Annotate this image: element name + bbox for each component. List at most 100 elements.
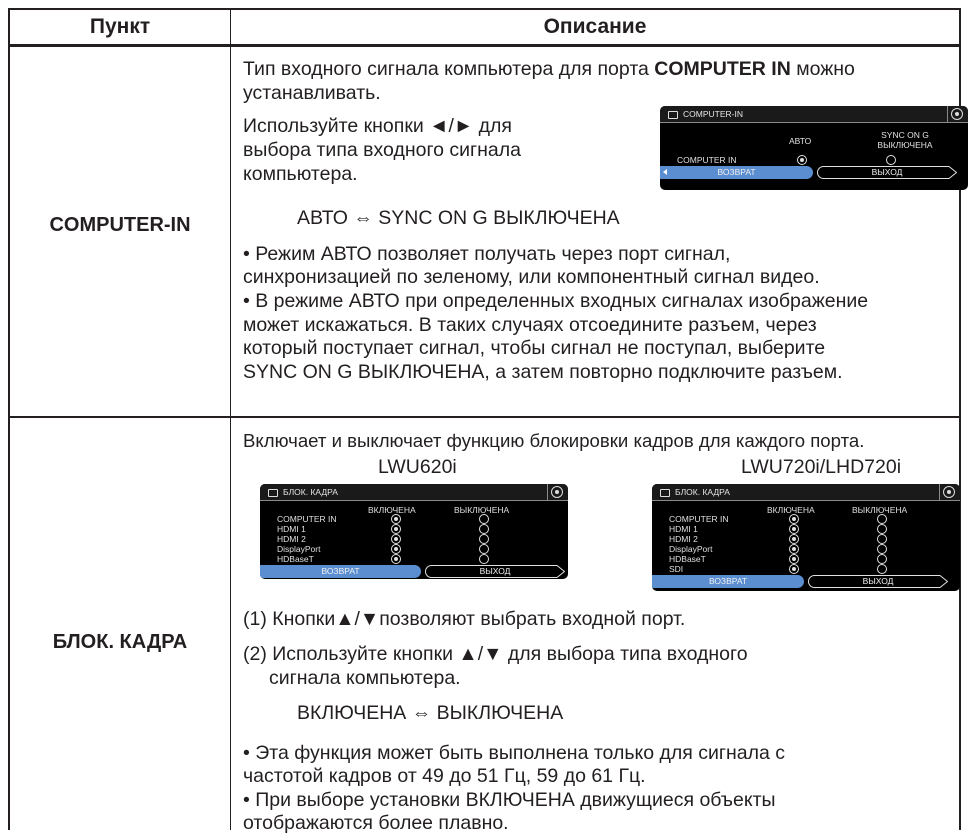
radio-off[interactable]	[877, 524, 887, 534]
radio-on[interactable]	[391, 514, 401, 524]
row1-note-1: • Режим АВТО позволяет получать через по…	[243, 243, 731, 265]
osd-title: БЛОК. КАДРА	[283, 487, 338, 497]
row1-use-line1: Используйте кнопки ◄/► для	[243, 115, 512, 137]
row1-use-line2: выбора типа входного сигнала	[243, 139, 521, 161]
row2-step-2a: (2) Используйте кнопки ▲/▼ для выбора ти…	[243, 643, 748, 665]
item-computer-in: COMPUTER-IN	[49, 214, 191, 236]
osd-frame-lock-lwu620i: БЛОК. КАДРА ВКЛЮЧЕНА ВЫКЛЮЧЕНА COMPUTER …	[260, 484, 568, 579]
row2-cycle: ВКЛЮЧЕНА ⇔ ВЫКЛЮЧЕНА	[297, 702, 564, 724]
osd-frame-lock-lwu720i: БЛОК. КАДРА ВКЛЮЧЕНА ВЫКЛЮЧЕНА COMPUTER …	[652, 484, 960, 591]
osd-title-separator	[947, 106, 948, 122]
radio-on[interactable]	[789, 544, 799, 554]
osd-col-sync-line1: SYNC ON G	[881, 130, 929, 140]
table-border-left	[8, 8, 10, 830]
osd-port-label: HDMI 2	[277, 534, 306, 544]
radio-off[interactable]	[479, 534, 489, 544]
row1-note-3: • В режиме АВТО при определенных входных…	[243, 290, 869, 312]
osd-col-auto: АВТО	[789, 136, 812, 146]
row2-note-4: отображаются более плавно.	[243, 812, 509, 834]
radio-on[interactable]	[789, 554, 799, 564]
header-description: Описание	[543, 15, 647, 38]
osd-port-label: COMPUTER IN	[669, 514, 729, 524]
row1-intro-line2: устанавливать.	[243, 82, 381, 104]
row1-intro-end: можно	[790, 58, 855, 80]
radio-on[interactable]	[789, 534, 799, 544]
radio-on[interactable]	[391, 524, 401, 534]
row2-model-1: LWU620i	[378, 456, 457, 478]
osd-title-bar: COMPUTER-IN	[660, 106, 968, 123]
settings-icon[interactable]	[943, 486, 955, 498]
settings-icon[interactable]	[551, 486, 563, 498]
row2-step-1: (1) Кнопки▲/▼позволяют выбрать входной п…	[243, 608, 686, 630]
row2-intro: Включает и выключает функцию блокировки …	[243, 430, 865, 451]
osd-col-on: ВКЛЮЧЕНА	[368, 505, 416, 515]
radio-sync-off[interactable]	[886, 155, 896, 165]
table-border-top	[8, 8, 961, 10]
column-divider	[230, 8, 231, 830]
item-frame-lock: БЛОК. КАДРА	[52, 631, 188, 653]
osd-title-bar: БЛОК. КАДРА	[652, 484, 960, 501]
row-divider	[8, 416, 961, 418]
exit-label: ВЫХОД	[479, 566, 511, 576]
osd-port-label: DisplayPort	[277, 544, 321, 554]
back-button[interactable]: ВОЗВРАТ	[260, 565, 421, 578]
osd-port-label: HDBaseT	[669, 554, 706, 564]
radio-off[interactable]	[479, 544, 489, 554]
radio-off[interactable]	[877, 564, 887, 574]
input-icon	[268, 488, 278, 497]
row1-intro-bold: COMPUTER IN	[654, 58, 791, 80]
row2-step-2b: сигнала компьютера.	[269, 667, 461, 689]
osd-title-bar: БЛОК. КАДРА	[260, 484, 568, 501]
row1-intro-text: Тип входного сигнала компьютера для порт…	[243, 58, 655, 80]
radio-off[interactable]	[877, 534, 887, 544]
input-icon	[660, 488, 670, 497]
radio-on[interactable]	[789, 564, 799, 574]
radio-on[interactable]	[391, 554, 401, 564]
radio-off[interactable]	[479, 514, 489, 524]
row1-note-4: может искажаться. В таких случаях отсоед…	[243, 314, 817, 336]
exit-label: ВЫХОД	[862, 576, 894, 586]
row1-note-2: синхронизацией по зеленому, или компонен…	[243, 266, 820, 288]
exit-button[interactable]: ВЫХОД	[817, 166, 957, 179]
back-arrow-icon	[663, 169, 667, 175]
row1-note-5: который поступает сигнал, чтобы сигнал н…	[243, 337, 826, 359]
osd-title-separator	[939, 484, 940, 500]
radio-on[interactable]	[789, 524, 799, 534]
osd-port-label: SDI	[669, 564, 684, 574]
exit-button[interactable]: ВЫХОД	[808, 575, 948, 588]
row1-note-6: SYNC ON G ВЫКЛЮЧЕНА, а затем повторно по…	[243, 361, 843, 383]
radio-off[interactable]	[479, 524, 489, 534]
osd-col-sync-line2: ВЫКЛЮЧЕНА	[877, 140, 933, 150]
radio-off[interactable]	[877, 554, 887, 564]
radio-off[interactable]	[877, 514, 887, 524]
row1-cycle: АВТО ⇔ SYNC ON G ВЫКЛЮЧЕНА	[297, 207, 620, 229]
row1-use-line3: компьютера.	[243, 163, 358, 185]
osd-computer-in-menu: COMPUTER-IN АВТО SYNC ON G ВЫКЛЮЧЕНА COM…	[660, 106, 968, 190]
radio-on[interactable]	[789, 514, 799, 524]
header-item: Пункт	[89, 15, 151, 38]
back-button[interactable]: ВОЗВРАТ	[660, 166, 813, 179]
radio-on[interactable]	[391, 534, 401, 544]
row2-note-3: • При выборе установки ВКЛЮЧЕНА движущие…	[243, 789, 776, 811]
osd-title: COMPUTER-IN	[683, 109, 743, 119]
row2-model-2: LWU720i/LHD720i	[741, 456, 902, 478]
osd-port-label: HDBaseT	[277, 554, 314, 564]
back-button[interactable]: ВОЗВРАТ	[652, 575, 804, 588]
row2-note-2: частотой кадров от 49 до 51 Гц, 59 до 61…	[243, 765, 646, 787]
osd-port-label: DisplayPort	[669, 544, 713, 554]
radio-off[interactable]	[479, 554, 489, 564]
row1-intro: Тип входного сигнала компьютера для порт…	[243, 58, 855, 81]
osd-port-label: COMPUTER IN	[277, 514, 337, 524]
settings-icon[interactable]	[951, 108, 963, 120]
row2-note-1: • Эта функция может быть выполнена тольк…	[243, 742, 786, 764]
radio-off[interactable]	[877, 544, 887, 554]
osd-port-label: HDMI 2	[669, 534, 698, 544]
exit-button[interactable]: ВЫХОД	[425, 565, 565, 578]
radio-on[interactable]	[391, 544, 401, 554]
osd-port-label: HDMI 1	[277, 524, 306, 534]
osd-port-label: HDMI 1	[669, 524, 698, 534]
input-icon	[668, 110, 678, 119]
osd-title-separator	[547, 484, 548, 500]
header-divider	[8, 44, 961, 47]
radio-auto[interactable]	[797, 155, 807, 165]
